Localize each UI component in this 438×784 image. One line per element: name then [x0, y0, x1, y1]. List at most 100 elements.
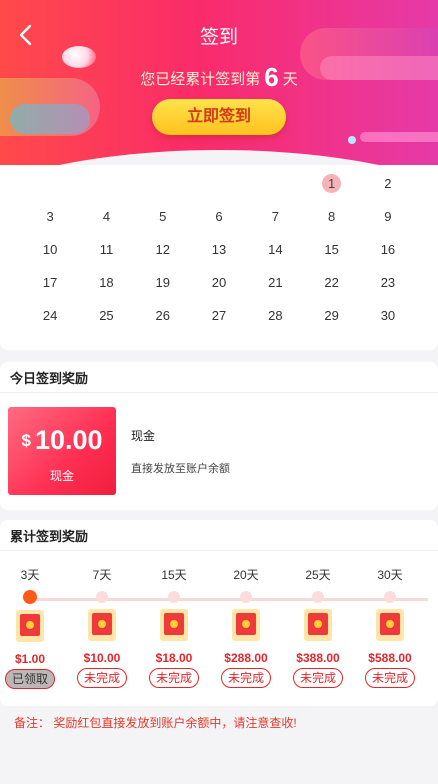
progress-dot [384, 591, 396, 603]
milestone-day: 3天 [20, 568, 40, 582]
calendar-day: 25 [78, 299, 134, 332]
signin-summary: 您已经累计签到第 6 天 [0, 62, 438, 93]
reward-description: 直接发放至账户余额 [131, 463, 230, 475]
calendar-day: 2 [360, 167, 416, 200]
milestone-item: 25天 $388.00 未完成 [288, 566, 348, 688]
red-envelope-icon [376, 609, 404, 641]
calendar-day: 3 [22, 200, 78, 233]
reward-amount: $10.00 [8, 425, 116, 456]
cumulative-reward-card: 累计签到奖励 3天 $1.00 已领取 7天 $10.00 未完成 15天 $18.00 未完成… [0, 520, 438, 706]
calendar-day: 9 [360, 200, 416, 233]
milestone-item: 20天 $288.00 未完成 [216, 566, 276, 688]
calendar-day-number: 3 [46, 209, 54, 224]
calendar-day-number: 12 [155, 242, 170, 257]
red-envelope-icon [88, 609, 116, 641]
calendar-day: 10 [22, 233, 78, 266]
milestone-status-button[interactable]: 未完成 [149, 668, 199, 688]
milestone-status-button[interactable]: 未完成 [293, 668, 343, 688]
milestone-day: 15天 [161, 568, 187, 582]
reward-amount-value: 10.00 [34, 425, 103, 455]
milestone-amount: $588.00 [368, 651, 412, 665]
milestone-day: 7天 [92, 568, 112, 582]
calendar-blank [78, 167, 134, 200]
decor-blob [10, 104, 90, 134]
calendar-blank [135, 167, 191, 200]
calendar-day-number: 25 [99, 308, 114, 323]
calendar-day-number: 28 [268, 308, 283, 323]
calendar-day: 1 [303, 167, 359, 200]
decor-dot [348, 136, 356, 144]
page-title: 签到 [199, 27, 238, 48]
calendar-day-number: 19 [155, 275, 170, 290]
calendar-day: 18 [78, 266, 134, 299]
calendar-day: 26 [135, 299, 191, 332]
calendar-day-number: 24 [42, 308, 58, 323]
milestone-amount: $388.00 [296, 651, 340, 665]
calendar-day-number: 2 [384, 176, 392, 191]
calendar-blank [247, 167, 303, 200]
progress-dot [240, 591, 252, 603]
calendar-day: 30 [360, 299, 416, 332]
milestone-status-button[interactable]: 未完成 [221, 668, 271, 688]
summary-prefix: 您已经累计签到第 [140, 71, 261, 88]
calendar-day: 23 [360, 266, 416, 299]
today-reward-title: 今日签到奖励 [0, 362, 438, 393]
calendar-blank [191, 167, 247, 200]
calendar-day: 27 [191, 299, 247, 332]
calendar-day-number: 21 [268, 275, 283, 290]
signin-button[interactable]: 立即签到 [152, 99, 286, 135]
calendar-day-number: 16 [380, 242, 396, 257]
milestone-item: 30天 $588.00 未完成 [360, 566, 420, 688]
calendar-day-number: 18 [99, 275, 114, 290]
calendar-day-number: 29 [324, 308, 339, 323]
currency-symbol: $ [21, 431, 31, 450]
calendar-day: 14 [247, 233, 303, 266]
calendar-day-number: 15 [324, 242, 339, 257]
calendar-day: 28 [247, 299, 303, 332]
calendar: 1 2 3 4 5 6 7 8 9 10 11 12 13 14 15 16 17 18 19 20 21 22 23 24 2… [0, 165, 438, 350]
milestone-status-button[interactable]: 未完成 [77, 668, 127, 688]
milestone-status-button[interactable]: 已领取 [5, 669, 55, 689]
milestone-amount: $288.00 [224, 651, 268, 665]
milestone-amount: $18.00 [155, 651, 193, 665]
calendar-day-number: 20 [211, 275, 227, 290]
calendar-day: 5 [135, 200, 191, 233]
progress-dot [312, 591, 324, 603]
cumulative-reward-title: 累计签到奖励 [0, 520, 438, 551]
red-envelope-icon [160, 609, 188, 641]
calendar-day: 19 [135, 266, 191, 299]
milestone-amount: $1.00 [14, 652, 46, 666]
calendar-day: 6 [191, 200, 247, 233]
calendar-day-number: 9 [384, 209, 392, 224]
milestone-item: 3天 $1.00 已领取 [0, 566, 60, 689]
calendar-day-number: 8 [328, 209, 336, 224]
summary-days: 6 [264, 62, 279, 92]
calendar-day: 20 [191, 266, 247, 299]
progress-dot [96, 591, 108, 603]
calendar-day-number: 11 [99, 242, 114, 257]
calendar-day-number: 23 [380, 275, 396, 290]
milestone-day: 20天 [233, 568, 259, 582]
cash-reward-tile: $10.00 现金 [5, 407, 116, 495]
calendar-day-number: 27 [211, 308, 227, 323]
calendar-day: 21 [247, 266, 303, 299]
calendar-day: 12 [135, 233, 191, 266]
calendar-day-number: 22 [324, 275, 339, 290]
calendar-day-number: 26 [155, 308, 170, 323]
calendar-day: 7 [247, 200, 303, 233]
milestone-day: 25天 [305, 568, 331, 582]
calendar-day: 15 [303, 233, 359, 266]
calendar-blank [22, 167, 78, 200]
footnote: 备注： 奖励红包直接发放到账户余额中，请注意查收! [14, 716, 297, 730]
progress-dot [23, 590, 37, 604]
reward-name: 现金 [131, 429, 156, 443]
calendar-day: 17 [22, 266, 78, 299]
calendar-day: 13 [191, 233, 247, 266]
milestone-status-button[interactable]: 未完成 [365, 668, 415, 688]
calendar-grid: 1 2 3 4 5 6 7 8 9 10 11 12 13 14 15 16 17 18 19 20 21 22 23 24 2… [22, 167, 416, 332]
summary-suffix: 天 [282, 71, 298, 88]
milestone-item: 15天 $18.00 未完成 [144, 566, 204, 688]
today-reward-card: 今日签到奖励 $10.00 现金 现金 直接发放至账户余额 [0, 362, 438, 510]
calendar-day: 4 [78, 200, 134, 233]
calendar-day: 22 [303, 266, 359, 299]
